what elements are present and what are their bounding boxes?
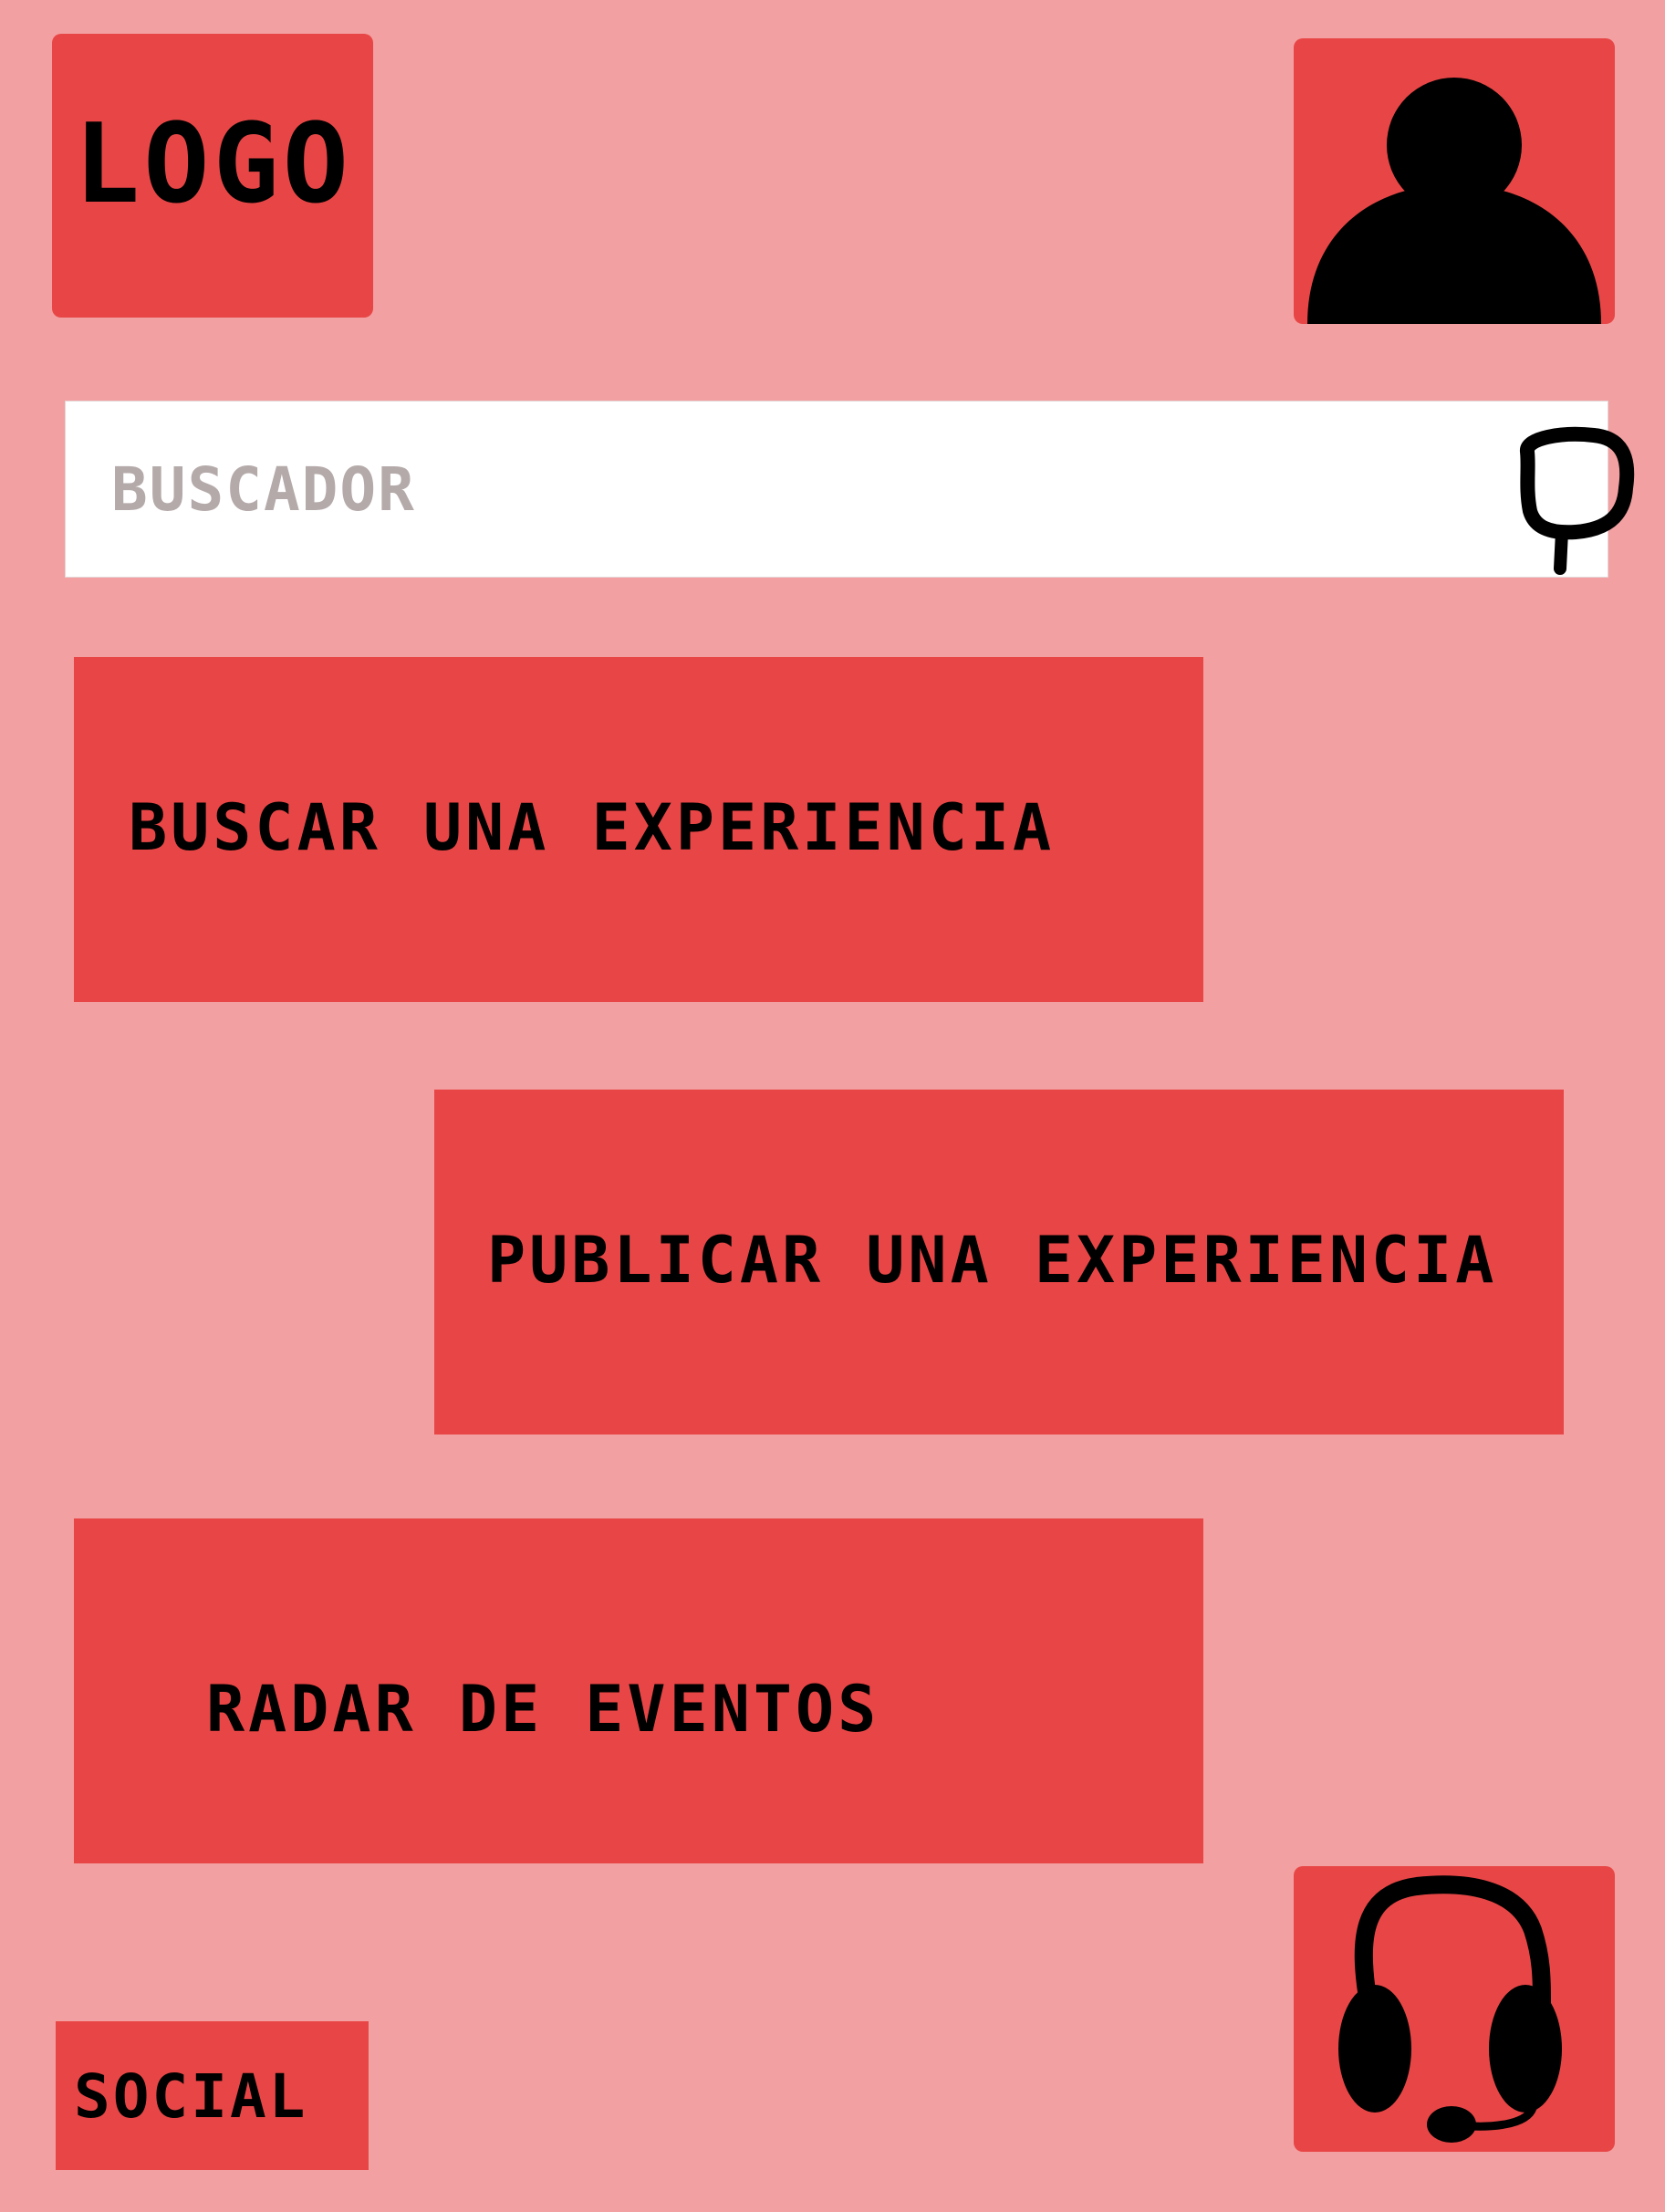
publish-experience-button[interactable]: PUBLICAR UNA EXPERIENCIA [434,1090,1564,1435]
events-radar-button[interactable]: RADAR DE EVENTOS [74,1518,1203,1863]
search-input[interactable] [111,402,1434,577]
search-icon [1520,426,1635,575]
logo-text: LOGO [74,101,352,228]
search-bar [65,401,1635,578]
logo[interactable]: LOGO [52,34,373,318]
profile-button[interactable] [1294,38,1615,324]
support-button[interactable] [1294,1866,1615,2152]
social-button[interactable]: SOCIAL [56,2021,369,2170]
social-label: SOCIAL [74,2061,308,2132]
headphones-icon [1338,1875,1562,2143]
search-experience-button[interactable]: BUSCAR UNA EXPERIENCIA [74,657,1203,1002]
user-avatar-icon [1307,75,1601,324]
search-experience-label: BUSCAR UNA EXPERIENCIA [129,790,1056,865]
events-radar-label: RADAR DE EVENTOS [206,1672,880,1747]
publish-experience-label: PUBLICAR UNA EXPERIENCIA [487,1223,1498,1298]
home-screen: { "header": { "logo_text": "LOGO", "prof… [0,0,1665,2212]
search-button[interactable] [1507,424,1639,575]
